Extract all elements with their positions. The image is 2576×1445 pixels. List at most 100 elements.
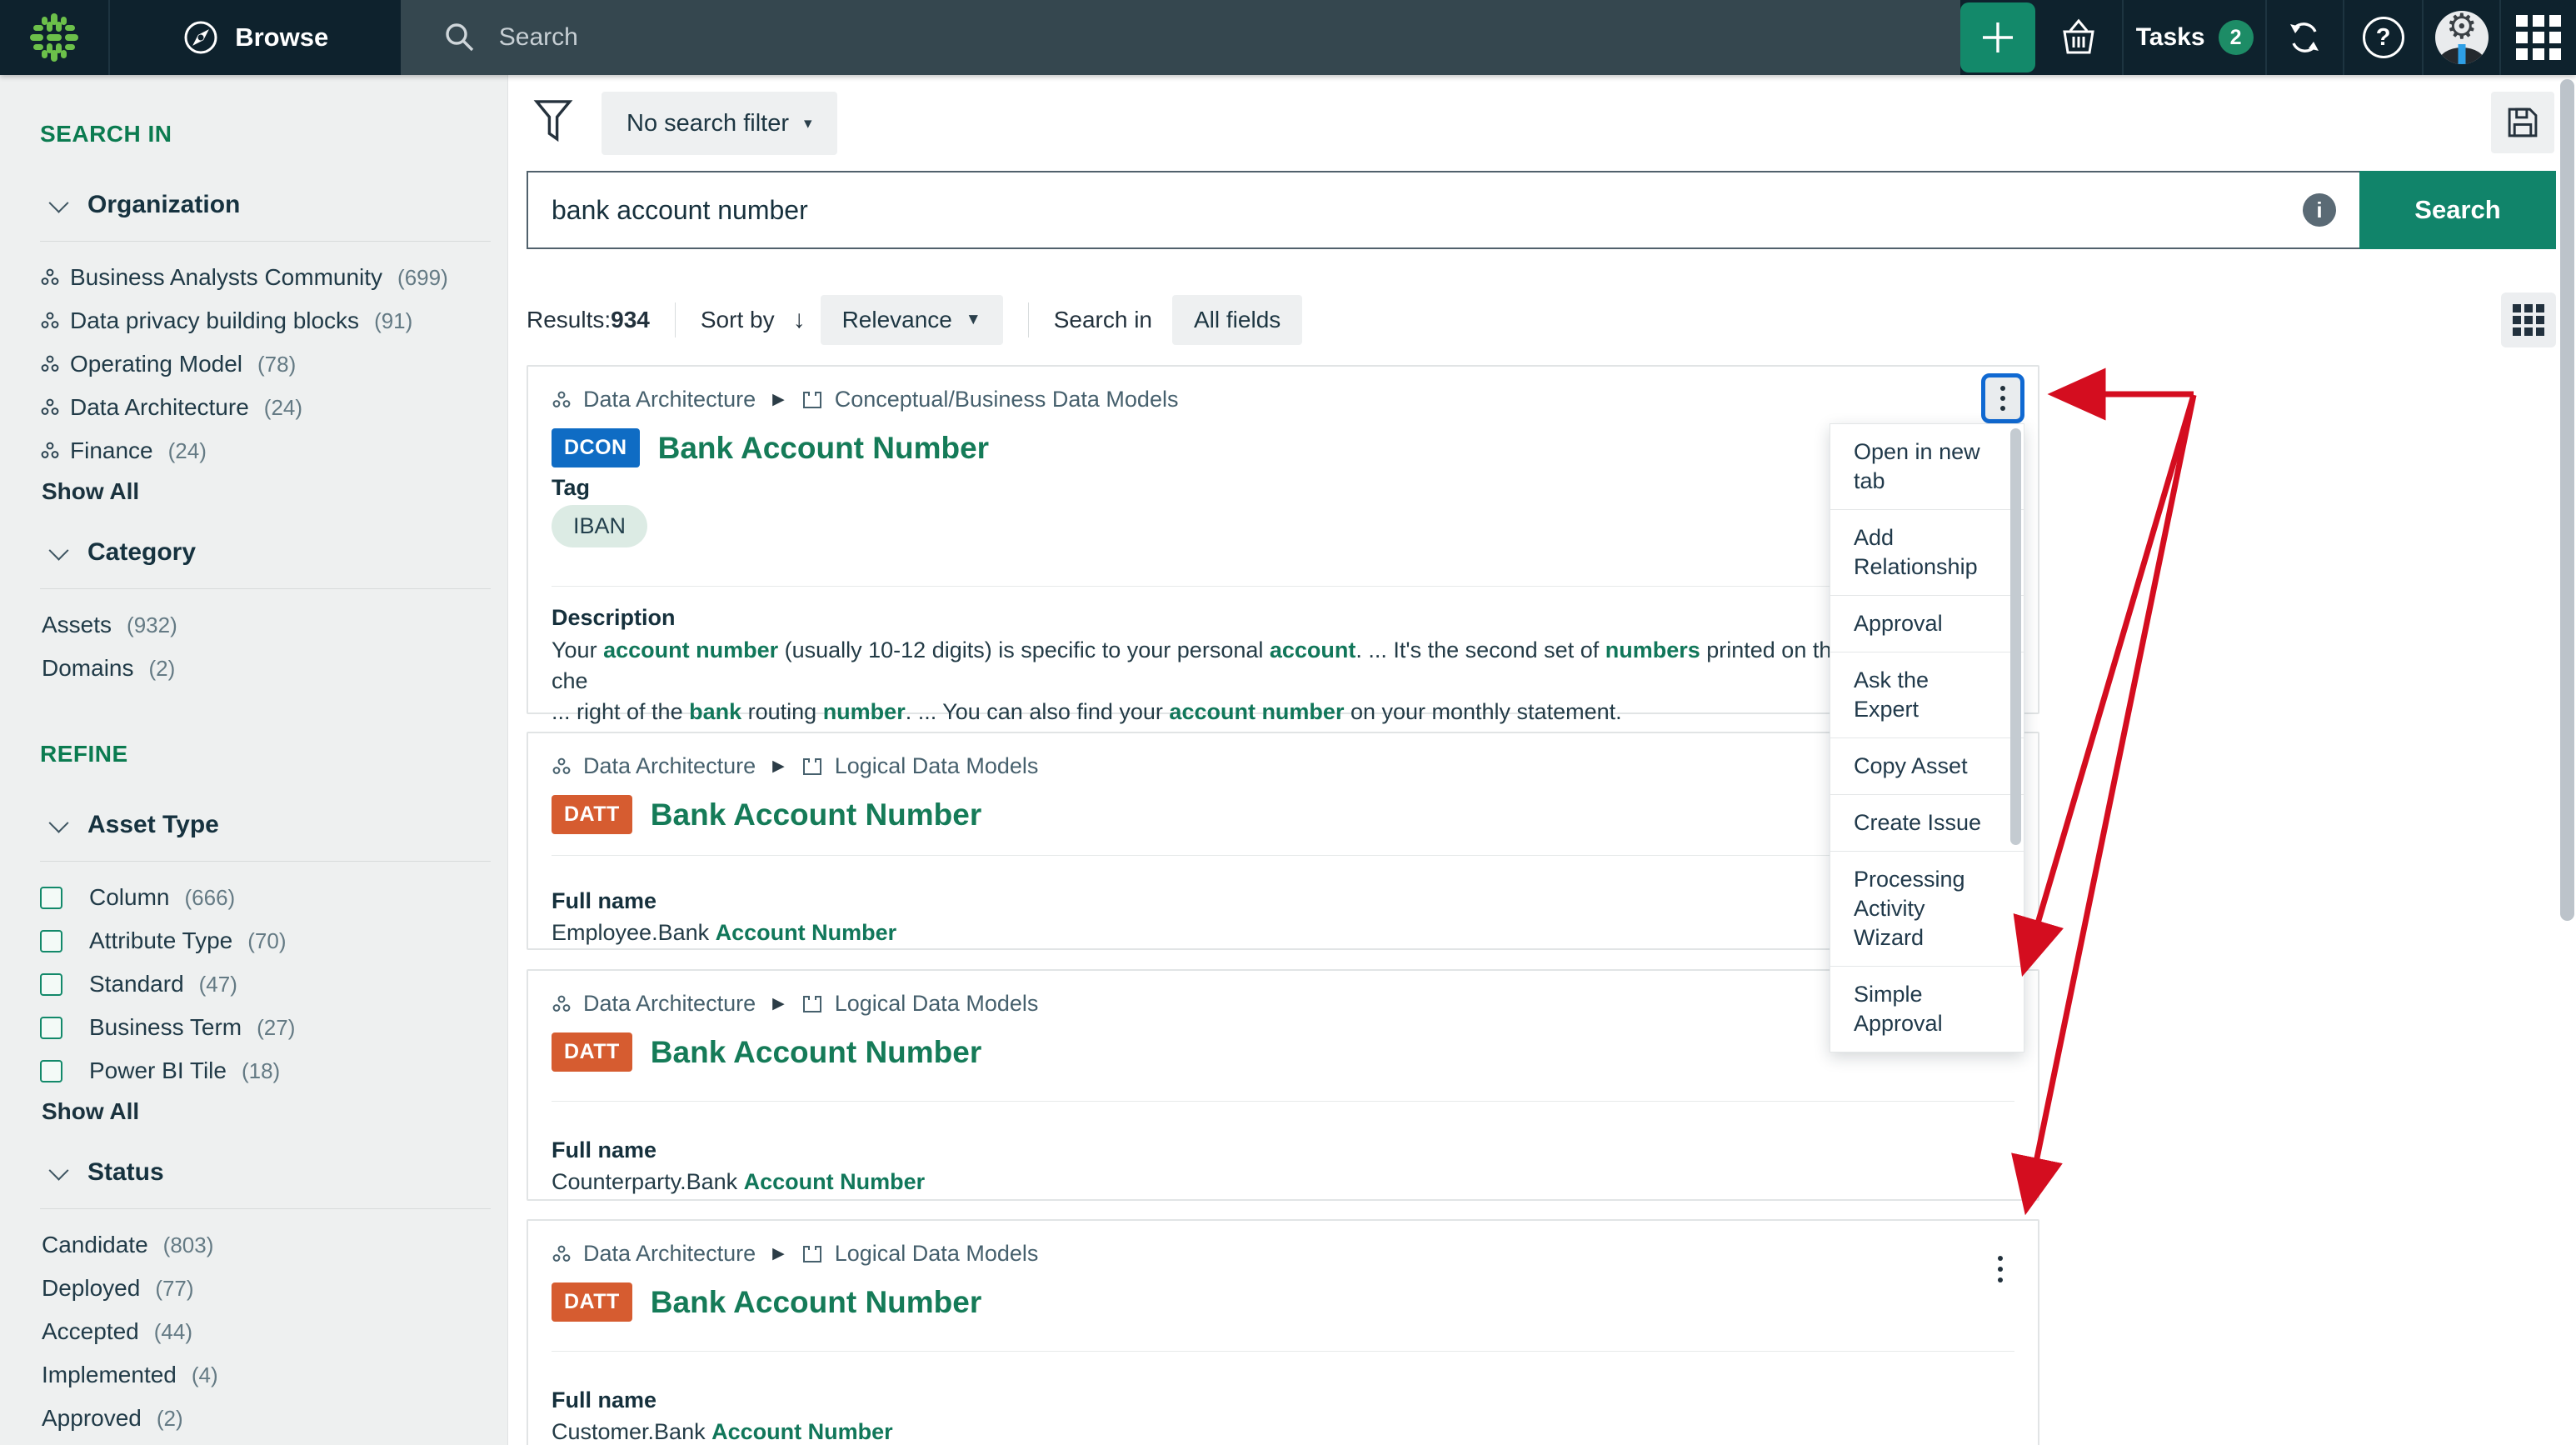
sidebar-item-data-architecture[interactable]: Data Architecture(24) xyxy=(40,392,491,423)
search-term-highlight: number xyxy=(823,699,906,724)
sort-value-dropdown[interactable]: Relevance ▼ xyxy=(821,295,1003,345)
kebab-dot xyxy=(1998,1256,2003,1261)
checkbox[interactable] xyxy=(40,1060,62,1082)
sidebar-item-label: Accepted xyxy=(42,1316,139,1348)
sidebar-section-header-category[interactable]: Category xyxy=(40,538,491,567)
context-menu: Open in new tabAdd RelationshipApprovalA… xyxy=(1830,423,2024,1052)
tag-chip[interactable]: IBAN xyxy=(552,505,647,548)
help-button[interactable]: ? xyxy=(2343,0,2423,75)
checkbox[interactable] xyxy=(40,930,62,952)
breadcrumb-community[interactable]: Data Architecture xyxy=(583,991,756,1017)
browse-button[interactable]: Browse xyxy=(110,0,401,75)
more-actions-button[interactable] xyxy=(1993,1251,2008,1288)
kebab-dot xyxy=(2000,386,2005,391)
sidebar-item-finance[interactable]: Finance(24) xyxy=(40,435,491,467)
sidebar-item-count: (699) xyxy=(397,262,448,293)
collibra-logo[interactable] xyxy=(0,0,110,75)
sidebar-item-count: (803) xyxy=(163,1229,214,1261)
chevron-down-icon xyxy=(48,812,68,832)
sidebar-section-header-organization[interactable]: Organization xyxy=(40,191,491,219)
funnel-icon[interactable] xyxy=(533,98,573,147)
search-input[interactable] xyxy=(527,171,2359,249)
breadcrumb-domain[interactable]: Logical Data Models xyxy=(835,991,1039,1017)
tasks-button[interactable]: Tasks 2 xyxy=(2122,0,2265,75)
result-title-row: DATTBank Account Number xyxy=(552,1032,981,1072)
sidebar-item-attribute-type[interactable]: Attribute Type(70) xyxy=(40,925,491,957)
context-menu-item-processing-activity-wizard[interactable]: Processing Activity Wizard xyxy=(1830,851,2024,966)
domain-icon xyxy=(801,1243,823,1265)
search-button[interactable]: Search xyxy=(2359,171,2556,249)
context-menu-scrollbar[interactable] xyxy=(2010,428,2021,845)
sort-direction-icon[interactable]: ↓ xyxy=(793,306,806,334)
description-text: Your xyxy=(552,638,603,662)
more-actions-button[interactable] xyxy=(1981,373,2024,423)
checkbox[interactable] xyxy=(40,973,62,996)
sidebar-item-label: Data privacy building blocks xyxy=(70,305,359,337)
sidebar-item-standard[interactable]: Standard(47) xyxy=(40,968,491,1000)
sidebar-item-operating-model[interactable]: Operating Model(78) xyxy=(40,348,491,380)
context-menu-item-copy-asset[interactable]: Copy Asset xyxy=(1830,738,2024,794)
sidebar-item-deployed[interactable]: Deployed(77) xyxy=(40,1272,491,1304)
context-menu-item-ask-the-expert[interactable]: Ask the Expert xyxy=(1830,652,2024,738)
search-filter-dropdown[interactable]: No search filter ▾ xyxy=(602,92,837,155)
sidebar-section-header-asset-type[interactable]: Asset Type xyxy=(40,811,491,839)
sidebar-item-business-term[interactable]: Business Term(27) xyxy=(40,1012,491,1043)
sidebar-item-accepted[interactable]: Accepted(44) xyxy=(40,1316,491,1348)
kebab-dot xyxy=(1998,1267,2003,1272)
result-title-link[interactable]: Bank Account Number xyxy=(651,798,981,832)
show-all-link[interactable]: Show All xyxy=(42,1098,491,1125)
search-in-label: Search in xyxy=(1054,307,1152,333)
sidebar-item-column[interactable]: Column(666) xyxy=(40,882,491,913)
result-title-link[interactable]: Bank Account Number xyxy=(651,1035,981,1070)
context-menu-item-add-relationship[interactable]: Add Relationship xyxy=(1830,509,2024,595)
app-root: Browse Search xyxy=(0,0,2576,1445)
sync-button[interactable] xyxy=(2265,0,2343,75)
sidebar-section-header-status[interactable]: Status xyxy=(40,1158,491,1187)
context-menu-item-open-in-new-tab[interactable]: Open in new tab xyxy=(1830,424,2024,509)
page-scrollbar-thumb[interactable] xyxy=(2560,79,2574,921)
sidebar-item-count: (47) xyxy=(199,968,237,1000)
show-all-link[interactable]: Show All xyxy=(42,478,491,505)
breadcrumb-domain[interactable]: Logical Data Models xyxy=(835,1241,1039,1267)
user-avatar[interactable]: ⚙ xyxy=(2422,0,2499,75)
fields-value: All fields xyxy=(1194,307,1281,333)
community-icon xyxy=(40,441,60,461)
breadcrumb-community[interactable]: Data Architecture xyxy=(583,1241,756,1267)
result-card: Data Architecture▶Logical Data ModelsDAT… xyxy=(527,732,2039,950)
sidebar-item-power-bi-tile[interactable]: Power BI Tile(18) xyxy=(40,1055,491,1087)
context-menu-item-simple-approval[interactable]: Simple Approval xyxy=(1830,966,2024,1052)
context-menu-item-create-issue[interactable]: Create Issue xyxy=(1830,794,2024,851)
create-button[interactable] xyxy=(1960,2,2035,72)
checkbox[interactable] xyxy=(40,1017,62,1039)
basket-button[interactable] xyxy=(2035,0,2123,75)
search-term-highlight: account xyxy=(1270,638,1356,662)
sidebar-item-assets[interactable]: Assets(932) xyxy=(40,609,491,641)
result-title-link[interactable]: Bank Account Number xyxy=(651,1285,981,1320)
sidebar-item-count: (24) xyxy=(168,435,207,467)
breadcrumb-domain[interactable]: Logical Data Models xyxy=(835,753,1039,779)
nav-search-input[interactable]: Search xyxy=(401,0,1960,75)
sidebar-item-business-analysts-community[interactable]: Business Analysts Community(699) xyxy=(40,262,491,293)
sidebar-item-candidate[interactable]: Candidate(803) xyxy=(40,1229,491,1261)
sidebar-item-data-privacy-building-blocks[interactable]: Data privacy building blocks(91) xyxy=(40,305,491,337)
context-menu-item-approval[interactable]: Approval xyxy=(1830,595,2024,652)
result-title-row: DCONBank Account Number xyxy=(552,428,989,468)
breadcrumb-community[interactable]: Data Architecture xyxy=(583,387,756,412)
breadcrumb-separator-icon: ▶ xyxy=(772,1244,785,1263)
breadcrumb-domain[interactable]: Conceptual/Business Data Models xyxy=(835,387,1179,412)
sidebar-section-title: Status xyxy=(87,1158,164,1187)
apps-grid-button[interactable] xyxy=(2499,0,2576,75)
sidebar-item-label: Power BI Tile xyxy=(89,1055,227,1087)
info-icon[interactable]: i xyxy=(2303,193,2336,227)
breadcrumb-community[interactable]: Data Architecture xyxy=(583,753,756,779)
description-label: Description xyxy=(552,605,676,631)
sidebar-item-approved[interactable]: Approved(2) xyxy=(40,1402,491,1434)
sidebar-item-implemented[interactable]: Implemented(4) xyxy=(40,1359,491,1391)
result-title-link[interactable]: Bank Account Number xyxy=(658,431,989,466)
sidebar-item-domains[interactable]: Domains(2) xyxy=(40,652,491,684)
grid-view-toggle[interactable] xyxy=(2501,292,2556,348)
save-search-button[interactable] xyxy=(2491,92,2554,153)
checkbox[interactable] xyxy=(40,887,62,909)
community-icon xyxy=(40,311,60,331)
fields-dropdown[interactable]: All fields xyxy=(1172,295,1302,345)
